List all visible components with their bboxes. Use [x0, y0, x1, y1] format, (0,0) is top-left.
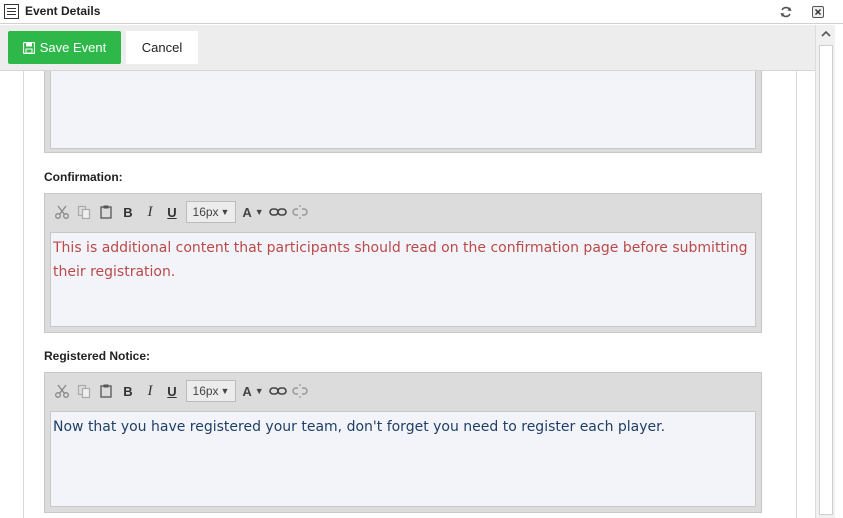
- editor-toolbar: B I U 16px ▼ A ▼: [51, 379, 311, 403]
- confirmation-editor-area[interactable]: This is additional content that particip…: [50, 232, 756, 327]
- registered-notice-editor: B I U 16px ▼ A ▼ Now that you have registe…: [44, 372, 762, 513]
- unlink-icon[interactable]: [289, 380, 311, 402]
- font-color-button[interactable]: A ▼: [239, 205, 267, 220]
- scroll-up-icon[interactable]: [820, 29, 832, 39]
- paste-icon[interactable]: [95, 201, 117, 223]
- close-icon[interactable]: [812, 6, 824, 18]
- paste-icon[interactable]: [95, 380, 117, 402]
- underline-button[interactable]: U: [161, 201, 183, 223]
- italic-button[interactable]: I: [139, 201, 161, 223]
- save-event-label: Save Event: [39, 40, 107, 55]
- confirmation-label: Confirmation:: [44, 170, 123, 184]
- underline-button[interactable]: U: [161, 380, 183, 402]
- content-border-left: [23, 71, 24, 518]
- vertical-scrollbar[interactable]: [815, 25, 835, 518]
- confirmation-text: This is additional content that particip…: [53, 240, 748, 280]
- description-editor-area[interactable]: [50, 71, 756, 149]
- bold-button[interactable]: B: [117, 201, 139, 223]
- form-content: Confirmation: B I U 16px ▼ A ▼ This is a…: [0, 71, 815, 518]
- description-editor: [44, 71, 762, 153]
- confirmation-editor: B I U 16px ▼ A ▼ This is additional conten…: [44, 193, 762, 333]
- window-titlebar: Event Details: [0, 0, 843, 24]
- link-icon[interactable]: [267, 380, 289, 402]
- font-size-select[interactable]: 16px ▼: [186, 201, 236, 223]
- font-size-select[interactable]: 16px ▼: [186, 380, 236, 402]
- registered-notice-editor-area[interactable]: Now that you have registered your team, …: [50, 411, 756, 507]
- content-border-right: [796, 71, 797, 518]
- refresh-icon[interactable]: [779, 5, 793, 19]
- cut-icon[interactable]: [51, 201, 73, 223]
- registered-notice-label: Registered Notice:: [44, 349, 151, 363]
- chevron-down-icon: ▼: [220, 207, 230, 217]
- link-icon[interactable]: [267, 201, 289, 223]
- form-icon: [4, 4, 19, 19]
- floppy-disk-icon: [22, 41, 35, 54]
- save-event-button[interactable]: Save Event: [8, 31, 121, 64]
- chevron-down-icon: ▼: [220, 386, 230, 396]
- bold-button[interactable]: B: [117, 380, 139, 402]
- copy-icon[interactable]: [73, 380, 95, 402]
- unlink-icon[interactable]: [289, 201, 311, 223]
- chevron-down-icon: ▼: [254, 207, 264, 217]
- scroll-thumb[interactable]: [819, 45, 833, 515]
- action-toolbar: Save Event Cancel: [0, 25, 815, 71]
- font-color-button[interactable]: A ▼: [239, 384, 267, 399]
- chevron-down-icon: ▼: [254, 386, 264, 396]
- registered-notice-text: Now that you have registered your team, …: [53, 419, 666, 435]
- editor-toolbar: B I U 16px ▼ A ▼: [51, 200, 311, 224]
- window-title: Event Details: [25, 4, 101, 18]
- copy-icon[interactable]: [73, 201, 95, 223]
- cut-icon[interactable]: [51, 380, 73, 402]
- italic-button[interactable]: I: [139, 380, 161, 402]
- cancel-button[interactable]: Cancel: [126, 31, 198, 64]
